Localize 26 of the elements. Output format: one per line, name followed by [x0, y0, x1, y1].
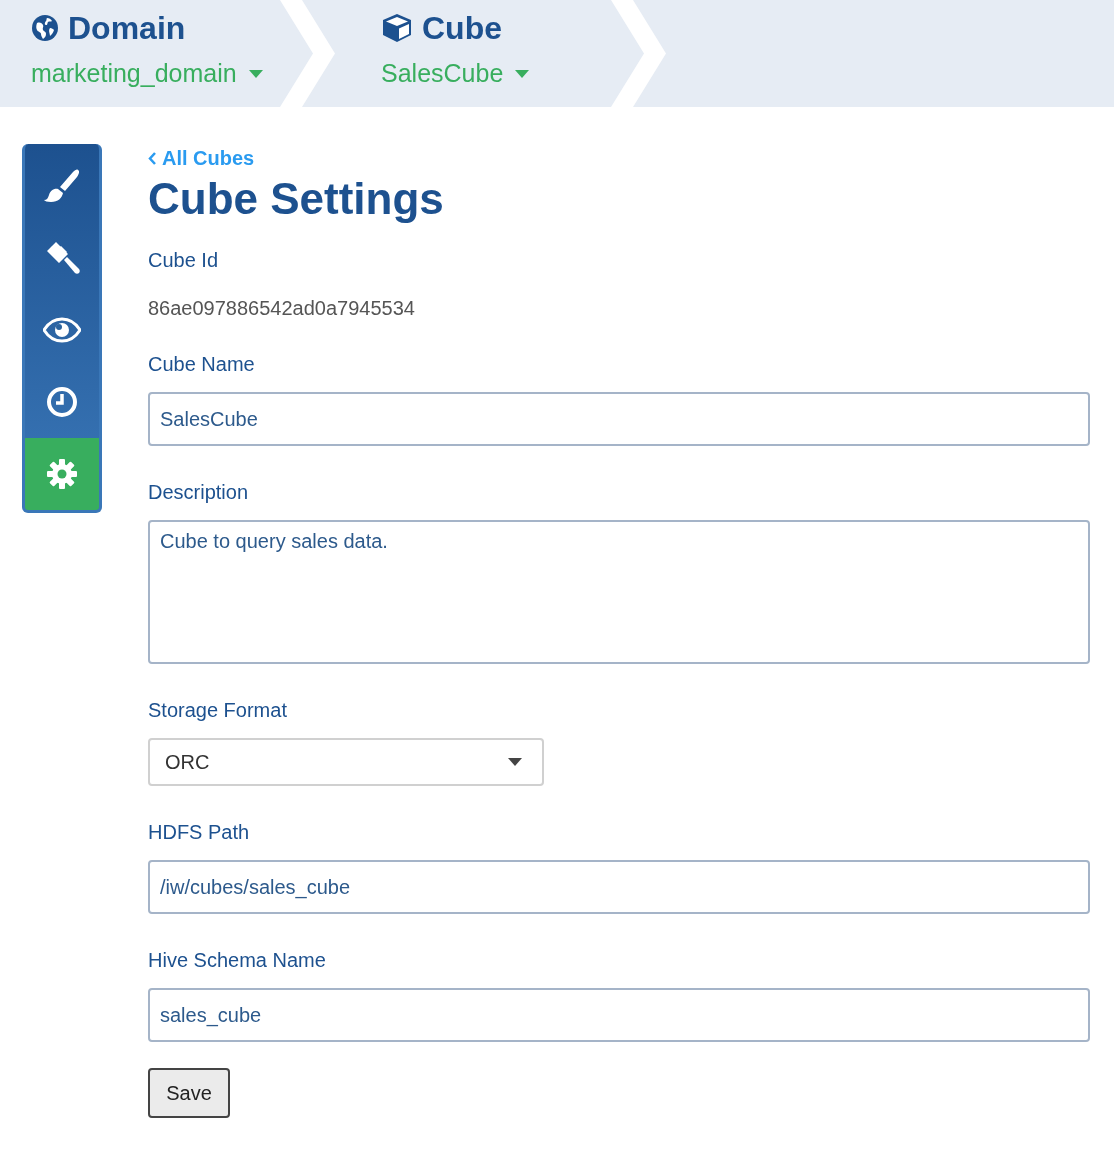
field-label: Description — [148, 482, 249, 502]
caret-icon — [248, 69, 263, 78]
field-label: HDFS Path — [148, 822, 250, 842]
caret-icon — [515, 69, 530, 78]
input-field[interactable]: sales_cube — [148, 988, 1090, 1042]
globe-icon — [31, 14, 59, 42]
storage-format-dropdown[interactable]: ORC — [148, 738, 544, 786]
page-title: Cube Settings — [148, 177, 444, 221]
field-label: Cube Id — [148, 250, 219, 270]
field-label: Hive Schema Name — [148, 950, 326, 970]
cube-icon — [381, 13, 413, 43]
breadcrumb-title: Cube — [422, 9, 502, 48]
eye-icon — [43, 317, 81, 343]
input-field[interactable]: SalesCube — [148, 392, 1090, 446]
clock-icon — [46, 386, 78, 418]
settings-icon — [46, 458, 78, 490]
save-button[interactable]: Save — [148, 1068, 230, 1118]
field-label: Storage Format — [148, 700, 287, 720]
field-label: Cube Name — [148, 354, 255, 374]
chevron-left-icon — [148, 151, 156, 165]
cube-id-value: 86ae097886542ad0a7945534 — [148, 298, 415, 318]
caret-icon — [508, 758, 522, 766]
description-field[interactable]: Cube to query sales data. — [148, 520, 1090, 664]
input-field[interactable]: /iw/cubes/sales_cube — [148, 860, 1090, 914]
paintbrush-icon — [43, 168, 81, 204]
breadcrumb-title: Domain — [68, 9, 186, 48]
